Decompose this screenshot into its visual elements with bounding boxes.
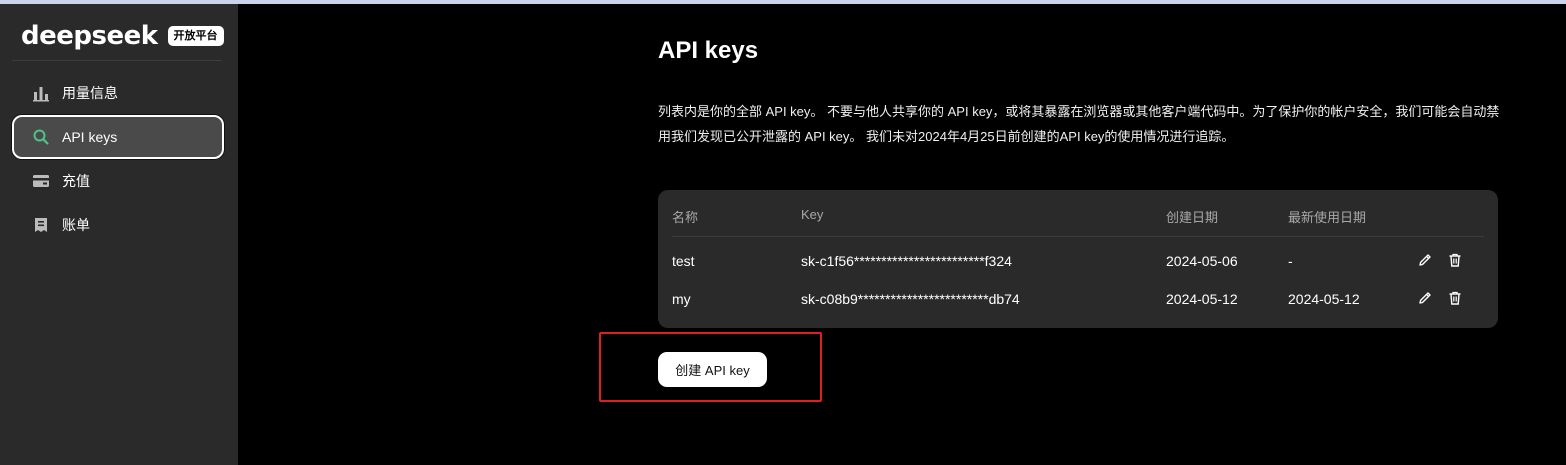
search-icon [32, 128, 50, 146]
invoice-icon [32, 216, 50, 234]
column-header-last-used: 最新使用日期 [1288, 210, 1367, 225]
page-title: API keys [658, 37, 759, 64]
edit-pencil-icon[interactable] [1417, 290, 1433, 306]
key-value: sk-c08b9************************db74 [801, 291, 1020, 307]
create-api-key-button[interactable]: 创建 API key [658, 352, 767, 387]
key-last-used-date: 2024-05-12 [1288, 291, 1360, 307]
table-row: my sk-c08b9************************db74 … [672, 280, 1484, 318]
key-created-date: 2024-05-12 [1166, 291, 1238, 307]
key-last-used-date: - [1288, 253, 1293, 269]
column-header-name: 名称 [672, 210, 699, 225]
sidebar-item-recharge[interactable]: 充值 [12, 159, 224, 203]
brand-logo[interactable]: deepseek 开放平台 [21, 16, 224, 56]
delete-trash-icon[interactable] [1447, 252, 1463, 268]
table-header: 名称 Key 创建日期 最新使用日期 [672, 190, 1484, 237]
column-header-created: 创建日期 [1166, 210, 1219, 225]
row-actions [1417, 252, 1463, 268]
row-actions [1417, 290, 1463, 306]
edit-pencil-icon[interactable] [1417, 252, 1433, 268]
sidebar-item-label: API keys [62, 129, 118, 145]
brand-name: deepseek [21, 21, 158, 51]
delete-trash-icon[interactable] [1447, 290, 1463, 306]
sidebar: deepseek 开放平台 用量信息 API keys 充值 账单 [0, 4, 238, 465]
column-header-key: Key [801, 207, 824, 222]
sidebar-item-label: 充值 [62, 173, 90, 189]
wallet-icon [32, 172, 50, 190]
sidebar-item-label: 用量信息 [62, 85, 118, 101]
sidebar-item-label: 账单 [62, 217, 90, 233]
sidebar-nav: 用量信息 API keys 充值 账单 [12, 71, 224, 247]
platform-badge: 开放平台 [167, 26, 224, 46]
sidebar-item-api-keys[interactable]: API keys [12, 115, 224, 159]
page-description: 列表内是你的全部 API key。 不要与他人共享你的 API key，或将其暴… [658, 104, 1500, 144]
key-created-date: 2024-05-06 [1166, 253, 1238, 269]
sidebar-divider [12, 60, 222, 61]
table-row: test sk-c1f56************************f32… [672, 242, 1484, 280]
key-name: my [672, 291, 691, 307]
sidebar-item-billing[interactable]: 账单 [12, 203, 224, 247]
key-name: test [672, 253, 695, 269]
key-value: sk-c1f56************************f324 [801, 253, 1012, 269]
bar-chart-icon [32, 84, 50, 102]
api-keys-table: 名称 Key 创建日期 最新使用日期 test sk-c1f56********… [658, 190, 1498, 328]
sidebar-item-usage[interactable]: 用量信息 [12, 71, 224, 115]
